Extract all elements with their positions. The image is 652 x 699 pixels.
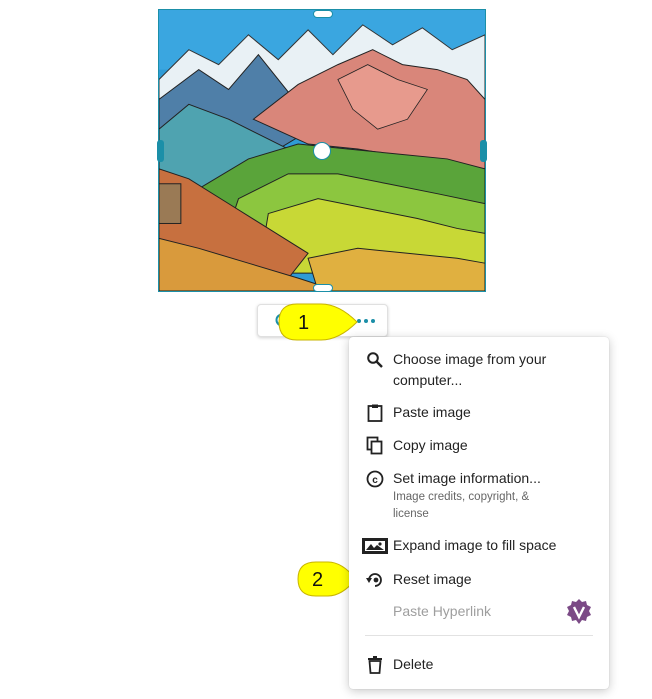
reset-image-icon bbox=[364, 569, 386, 591]
expand-image-icon bbox=[361, 535, 389, 557]
menu-item-delete[interactable]: Delete bbox=[349, 654, 609, 678]
menu-item-paste-hyperlink: Paste Hyperlink bbox=[349, 598, 609, 626]
svg-text:c: c bbox=[372, 475, 378, 486]
menu-item-label: Paste image bbox=[393, 404, 471, 420]
focal-point-handle[interactable] bbox=[313, 142, 331, 160]
resize-handle-right[interactable] bbox=[480, 140, 487, 162]
image-context-menu: Choose image from your computer... Paste… bbox=[349, 337, 609, 689]
menu-item-label: Choose image from your computer... bbox=[393, 351, 547, 388]
callout-label-2: 2 bbox=[312, 569, 324, 591]
copyright-icon: c bbox=[364, 468, 386, 490]
menu-item-choose-image[interactable]: Choose image from your computer... bbox=[349, 347, 609, 393]
resize-handle-left[interactable] bbox=[157, 140, 164, 162]
menu-item-sublabel: Image credits, copyright, & license bbox=[393, 491, 530, 520]
resize-handle-top[interactable] bbox=[313, 10, 333, 18]
menu-item-label: Copy image bbox=[393, 437, 468, 453]
menu-item-label: Paste Hyperlink bbox=[393, 603, 492, 619]
menu-divider bbox=[365, 635, 593, 636]
menu-item-reset-image[interactable]: Reset image bbox=[349, 569, 609, 593]
resize-handle-bottom[interactable] bbox=[313, 284, 333, 292]
menu-item-label: Set image information... bbox=[393, 470, 541, 486]
menu-item-label: Expand image to fill space bbox=[393, 537, 557, 553]
menu-item-copy-image[interactable]: Copy image bbox=[349, 435, 609, 459]
menu-item-label: Reset image bbox=[393, 571, 472, 587]
shield-badge-icon bbox=[565, 598, 593, 626]
menu-item-label: Delete bbox=[393, 656, 434, 672]
clipboard-icon bbox=[364, 402, 386, 424]
menu-item-paste-image[interactable]: Paste image bbox=[349, 402, 609, 426]
callout-label-1: 1 bbox=[298, 312, 310, 334]
menu-item-expand-image[interactable]: Expand image to fill space bbox=[349, 535, 609, 559]
copy-icon bbox=[364, 435, 386, 457]
search-icon bbox=[364, 349, 386, 371]
callout-marker-1 bbox=[278, 303, 358, 341]
menu-item-set-image-information[interactable]: c Set image information... Image credits… bbox=[349, 468, 609, 526]
trash-icon bbox=[364, 654, 386, 676]
